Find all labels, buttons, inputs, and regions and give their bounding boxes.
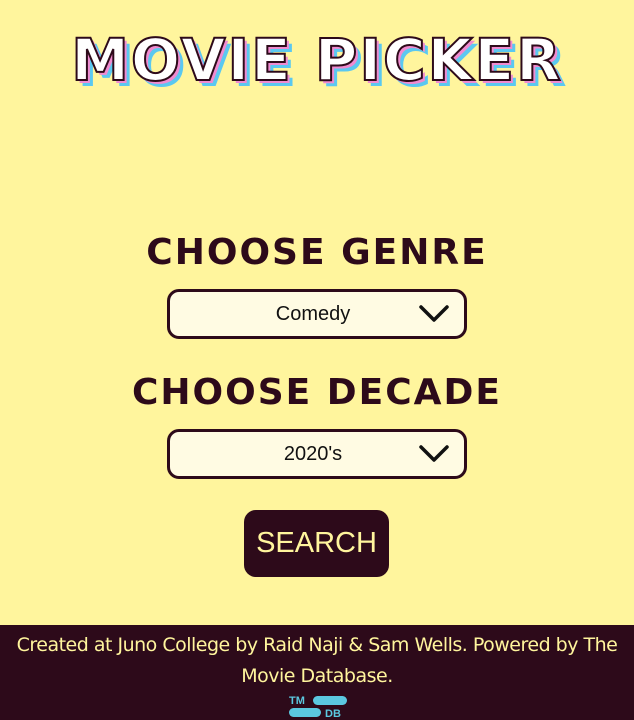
decade-select[interactable]: 2020's [167,429,467,479]
genre-select[interactable]: Comedy [167,289,467,339]
decade-heading: CHOOSE DECADE [131,372,503,413]
chevron-down-icon [419,445,449,462]
tmdb-logo-top: TM [289,695,305,707]
footer: Created at Juno College by Raid Naji & S… [0,625,634,720]
genre-heading: CHOOSE GENRE [146,232,488,273]
tmdb-logo-icon[interactable]: TM DB [287,693,349,719]
chevron-down-icon [419,305,449,322]
decade-select-value: 2020's [283,442,343,465]
app-title: MOVIE PICKER [70,25,563,95]
search-button[interactable]: SEARCH [244,510,389,577]
footer-credit: Created at Juno College by Raid Naji & S… [16,634,618,687]
tmdb-logo-bottom: DB [325,708,341,719]
genre-select-value: Comedy [275,302,351,325]
